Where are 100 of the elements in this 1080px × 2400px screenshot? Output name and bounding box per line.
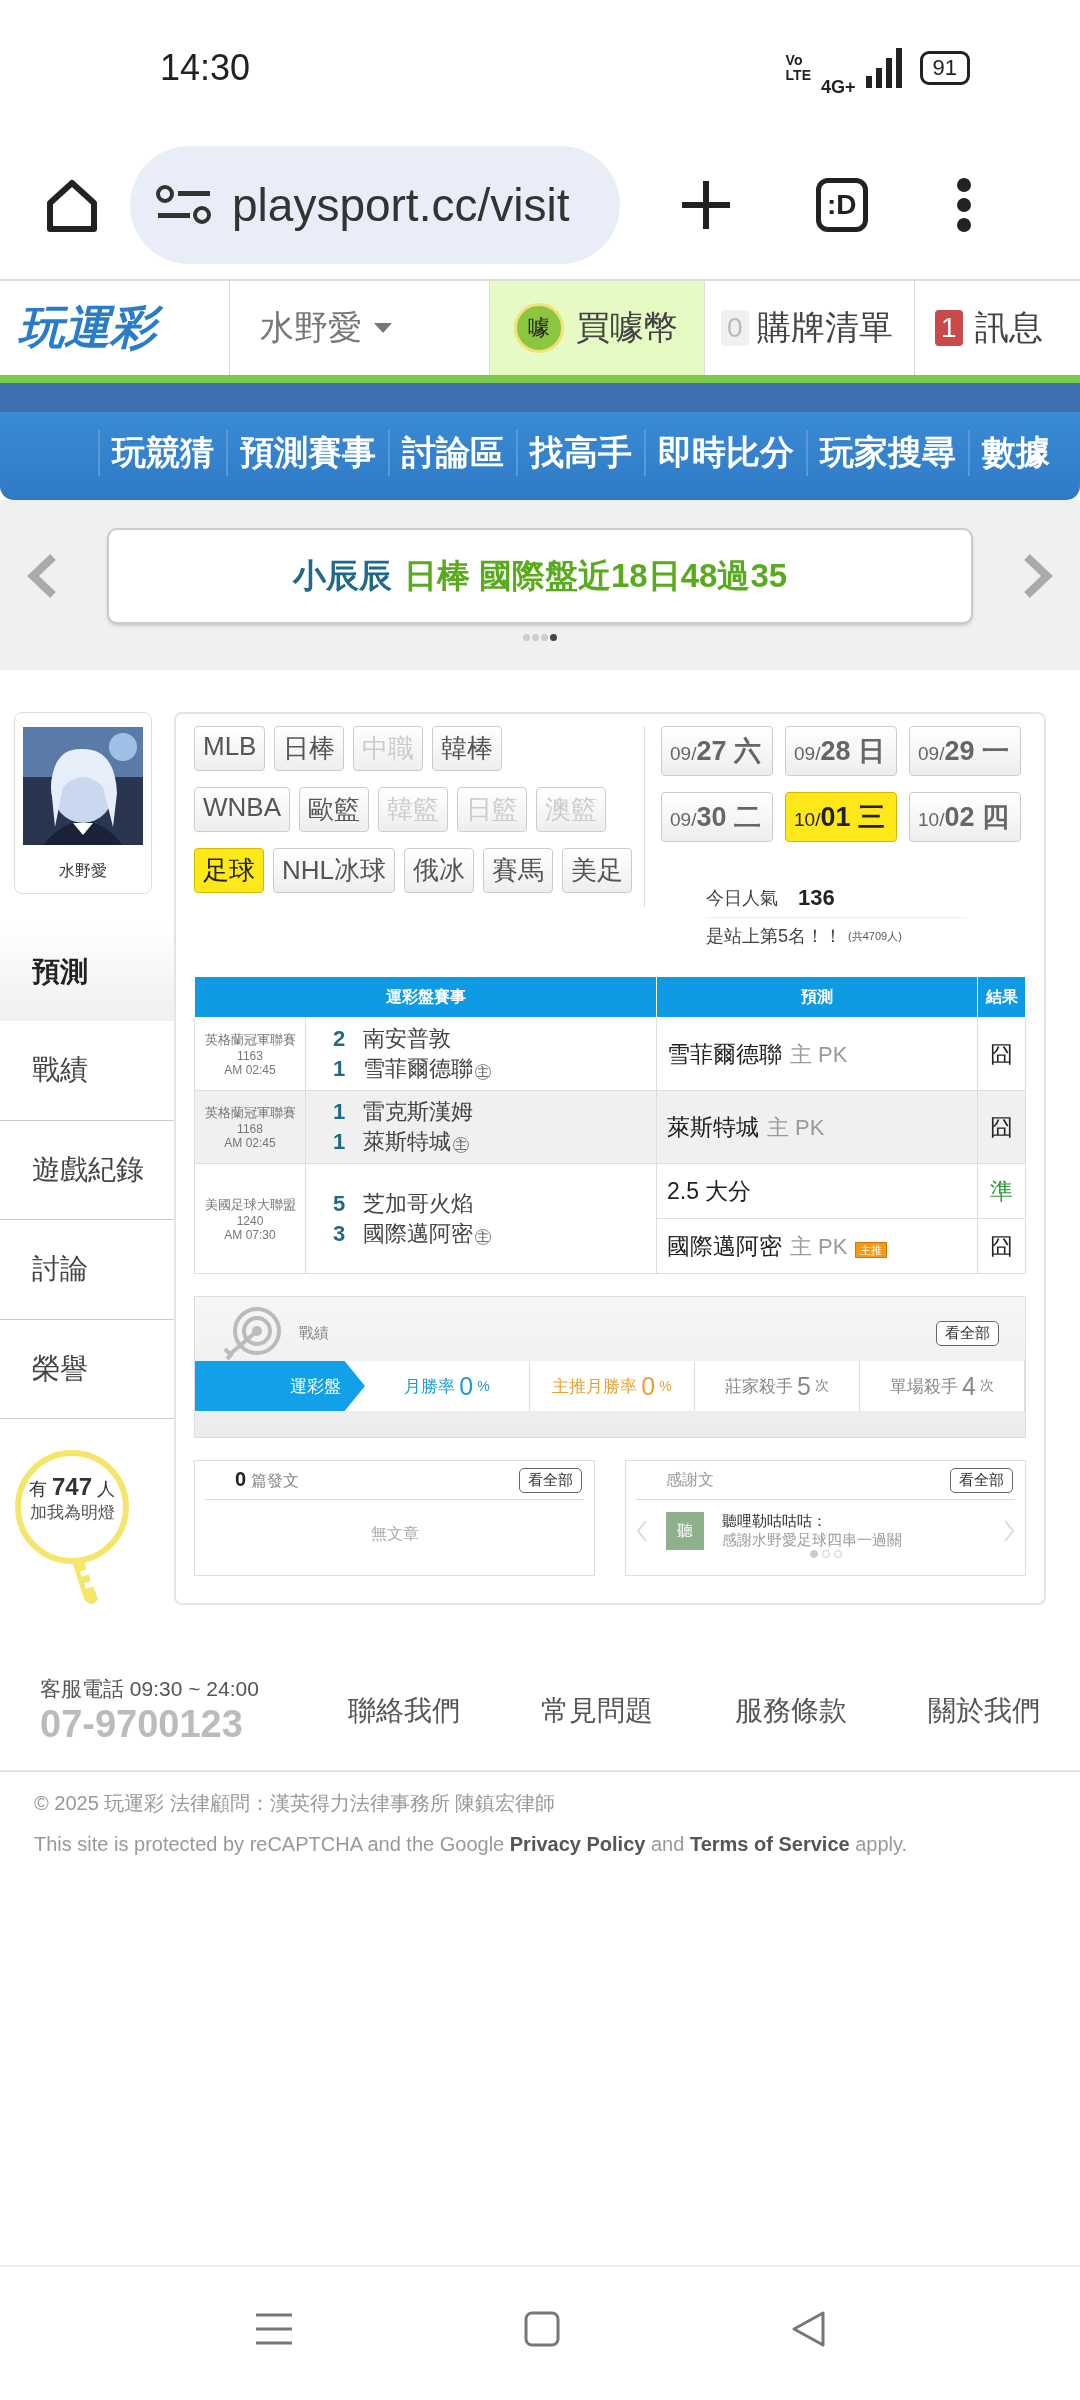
carousel-dot[interactable] bbox=[523, 634, 530, 641]
score: 3 bbox=[333, 1220, 347, 1247]
chevron-left-icon[interactable] bbox=[27, 553, 57, 599]
carousel-dot[interactable] bbox=[550, 634, 557, 641]
sidebar-tab[interactable]: 榮譽 bbox=[0, 1319, 174, 1419]
sport-filter[interactable]: 韓棒 bbox=[432, 726, 503, 771]
result: 準 bbox=[990, 1177, 1013, 1204]
back-icon[interactable] bbox=[790, 2309, 826, 2348]
match-info: 英格蘭冠軍聯賽 1163 AM 02:45 bbox=[194, 1017, 306, 1091]
username: 水野愛 bbox=[59, 861, 107, 881]
score: 1 bbox=[333, 1129, 347, 1155]
signal-icon bbox=[865, 47, 902, 88]
stat-value: 月勝率 0 % bbox=[365, 1361, 530, 1411]
battery-indicator: 91 bbox=[919, 50, 970, 85]
clock: 14:30 bbox=[160, 46, 251, 89]
team-name: 南安普敦 bbox=[363, 1025, 451, 1053]
prediction-note: 主 PK bbox=[790, 1233, 848, 1259]
sport-filter[interactable]: 美足 bbox=[562, 848, 632, 893]
sport-filter[interactable]: 足球 bbox=[194, 848, 264, 893]
team-name: 萊斯特城 主 bbox=[363, 1128, 469, 1156]
footer-link[interactable]: 常見問題 bbox=[541, 1691, 654, 1730]
view-all-button[interactable]: 看全部 bbox=[936, 1320, 999, 1346]
fan-caption: 加我為明燈 bbox=[29, 1502, 115, 1524]
prediction: 2.5 大分 bbox=[667, 1177, 752, 1204]
footer-link[interactable]: 關於我們 bbox=[928, 1691, 1040, 1730]
nav-link[interactable]: 討論區 bbox=[388, 429, 516, 476]
sport-filter[interactable]: 歐籃 bbox=[299, 787, 369, 832]
date-button[interactable]: 10/02 四 bbox=[909, 792, 1021, 842]
score: 1 bbox=[333, 1056, 347, 1082]
banner-text: 日棒 國際盤近18日48過35 bbox=[403, 555, 788, 596]
more-icon[interactable] bbox=[955, 177, 972, 233]
sport-filter[interactable]: 賽馬 bbox=[483, 848, 553, 893]
date-button[interactable]: 09/27 六 bbox=[661, 726, 773, 776]
sport-filter[interactable]: WNBA bbox=[194, 787, 290, 832]
nav-link[interactable]: 即時比分 bbox=[644, 429, 806, 476]
team-name: 芝加哥火焰 bbox=[363, 1189, 473, 1218]
carousel-dot[interactable] bbox=[809, 1550, 818, 1558]
banner-name: 小辰辰 bbox=[292, 555, 392, 596]
result: 囧 bbox=[990, 1113, 1013, 1140]
result: 囧 bbox=[990, 1232, 1013, 1259]
date-button[interactable]: 10/01 三 bbox=[785, 792, 897, 842]
column-header: 運彩盤賽事 bbox=[194, 976, 657, 1018]
empty-message: 無文章 bbox=[369, 1524, 420, 1544]
result: 囧 bbox=[990, 1040, 1013, 1067]
count-badge: 1 bbox=[935, 310, 963, 346]
home-square-icon[interactable] bbox=[524, 2310, 560, 2347]
nav-link[interactable]: 數據 bbox=[968, 429, 1062, 476]
coin-icon: 噱 bbox=[514, 303, 564, 353]
posts-count: 0 篇發文 bbox=[235, 1468, 299, 1492]
sport-filter[interactable]: 俄冰 bbox=[404, 848, 474, 893]
author-name: 聽哩勒咕咕咕： bbox=[722, 1512, 828, 1531]
avatar: 聽 bbox=[666, 1512, 704, 1550]
section-title: 感謝文 bbox=[666, 1469, 714, 1490]
prediction-note: 主 PK bbox=[790, 1041, 848, 1067]
sport-filter[interactable]: 日棒 bbox=[274, 726, 345, 771]
nav-link[interactable]: 玩家搜尋 bbox=[806, 429, 968, 476]
sport-filter[interactable]: NHL冰球 bbox=[273, 848, 395, 893]
column-header: 預測 bbox=[656, 976, 978, 1018]
nav-link[interactable]: 玩競猜 bbox=[98, 429, 226, 476]
address-bar[interactable]: playsport.cc/visit bbox=[130, 146, 620, 264]
prediction: 國際邁阿密 bbox=[667, 1232, 782, 1259]
rank-text: 是站上第5名！！ bbox=[706, 925, 842, 948]
sidebar-tab[interactable]: 戰績 bbox=[0, 1021, 174, 1121]
column-header: 結果 bbox=[977, 976, 1026, 1018]
section-title: 戰績 bbox=[299, 1323, 330, 1343]
popularity-label: 今日人氣 bbox=[706, 887, 778, 910]
carousel-dot[interactable] bbox=[532, 634, 539, 641]
score: 5 bbox=[333, 1190, 347, 1217]
total-count: (共4709人) bbox=[848, 928, 902, 944]
banner-card[interactable]: 小辰辰 日棒 國際盤近18日48過35 bbox=[107, 528, 973, 624]
recaptcha-notice: This site is protected by reCAPTCHA and the Google Privacy Policy and Terms of Service apply. bbox=[34, 1833, 909, 1856]
featured-badge: 主推 bbox=[855, 1241, 888, 1258]
date-button[interactable]: 09/28 日 bbox=[785, 726, 897, 776]
network-type: 4G+ bbox=[821, 77, 856, 98]
fan-count: 有 747 人 bbox=[28, 1473, 116, 1501]
sidebar-tab[interactable]: 遊戲紀錄 bbox=[0, 1120, 174, 1221]
site-settings-icon bbox=[156, 185, 212, 225]
footer-link[interactable]: 服務條款 bbox=[734, 1691, 847, 1730]
volte-indicator: Vo LTE bbox=[785, 52, 811, 83]
prediction-note: 主 PK bbox=[767, 1114, 825, 1140]
nav-link[interactable]: 預測賽事 bbox=[226, 429, 388, 476]
date-button[interactable]: 09/29 一 bbox=[909, 726, 1021, 776]
score: 1 bbox=[333, 1099, 347, 1125]
team-name: 國際邁阿密 主 bbox=[363, 1219, 491, 1248]
date-button[interactable]: 09/30 二 bbox=[661, 792, 773, 842]
buy-coins-button[interactable]: 噱 買噱幣 bbox=[490, 281, 705, 375]
nav-link[interactable]: 找高手 bbox=[516, 429, 644, 476]
messages-link[interactable]: 1 訊息 bbox=[915, 281, 1080, 375]
match-info: 英格蘭冠軍聯賽 1168 AM 02:45 bbox=[194, 1090, 306, 1164]
sidebar-tab[interactable]: 討論 bbox=[0, 1220, 174, 1320]
view-all-button[interactable]: 看全部 bbox=[950, 1467, 1013, 1493]
chevron-right-icon[interactable] bbox=[1023, 553, 1053, 599]
popularity-value: 136 bbox=[798, 885, 835, 911]
footer-link[interactable]: 聯絡我們 bbox=[348, 1691, 461, 1730]
prediction: 雪菲爾德聯 bbox=[667, 1040, 782, 1067]
tabs-button[interactable]: :D bbox=[816, 178, 868, 232]
phone-number: 07-9700123 bbox=[40, 1703, 244, 1746]
view-all-button[interactable]: 看全部 bbox=[519, 1467, 582, 1493]
carousel-dot[interactable] bbox=[541, 634, 548, 641]
sport-filter[interactable]: MLB bbox=[194, 726, 266, 771]
